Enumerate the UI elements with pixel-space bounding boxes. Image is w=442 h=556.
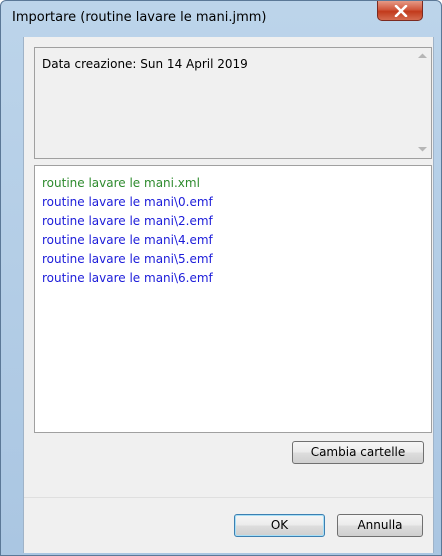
file-list-item[interactable]: routine lavare le mani\0.emf [42,193,213,212]
creation-info-panel: Data creazione: Sun 14 April 2019 [34,47,432,159]
file-list-item[interactable]: routine lavare le mani\2.emf [42,212,213,231]
cancel-button[interactable]: Annulla [337,514,423,537]
file-list-items: routine lavare le mani.xml routine lavare… [42,174,213,288]
info-scrollbar[interactable] [414,48,431,158]
import-dialog: Importare (routine lavare le mani.jmm) D… [0,0,442,556]
file-list-item[interactable]: routine lavare le mani\6.emf [42,269,213,288]
scroll-down-arrow-icon [418,147,427,152]
file-list-item[interactable]: routine lavare le mani\4.emf [42,231,213,250]
change-folders-button[interactable]: Cambia cartelle [292,441,424,464]
scroll-up-button[interactable] [414,48,431,65]
file-list-item[interactable]: routine lavare le mani\5.emf [42,250,213,269]
title-bar[interactable]: Importare (routine lavare le mani.jmm) [1,1,441,37]
window-title: Importare (routine lavare le mani.jmm) [12,10,267,25]
file-list[interactable]: routine lavare le mani.xml routine lavare… [34,165,432,433]
creation-date-text: Data creazione: Sun 14 April 2019 [42,57,248,71]
scroll-up-arrow-icon [418,53,427,58]
close-button[interactable] [377,1,423,21]
dialog-footer: OK Annulla [24,498,433,553]
dialog-body: Data creazione: Sun 14 April 2019 routin… [23,37,434,553]
close-icon [394,5,408,17]
file-list-item[interactable]: routine lavare le mani.xml [42,174,213,193]
scroll-down-button[interactable] [414,141,431,158]
ok-button[interactable]: OK [234,514,325,537]
